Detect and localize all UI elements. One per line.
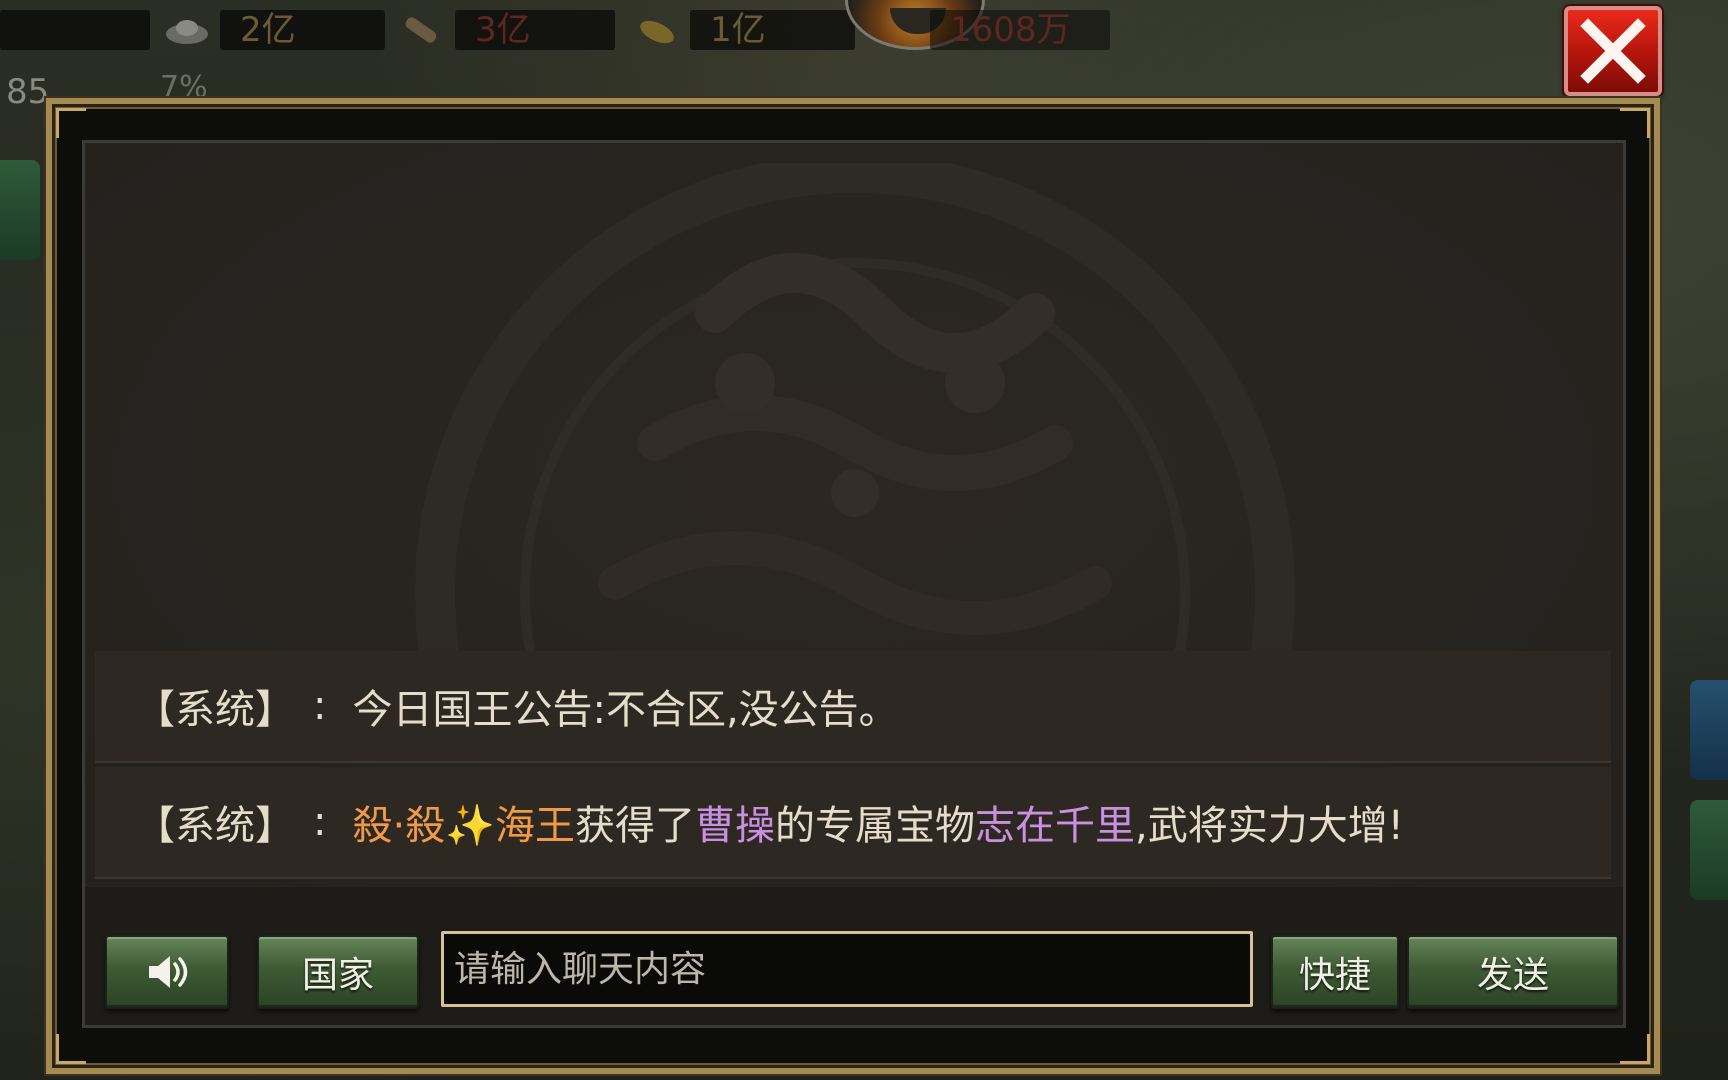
frame-corner (1620, 1034, 1650, 1064)
quick-phrase-button[interactable]: 快捷 (1271, 935, 1399, 1009)
voice-button[interactable] (105, 935, 229, 1009)
general-name-link[interactable]: 曹操 (695, 793, 775, 851)
frame-corner (1620, 108, 1650, 138)
side-menu-button-right[interactable] (1690, 680, 1728, 780)
silver-ingot-icon (166, 20, 208, 44)
country-channel-button[interactable]: 国家 (257, 935, 419, 1009)
player-name-link[interactable]: 殺·殺✨海王 (352, 793, 575, 851)
frame-corner (56, 1034, 86, 1064)
resource-slot-left (0, 10, 150, 50)
player-level: 85 (6, 72, 50, 112)
send-button[interactable]: 发送 (1407, 935, 1619, 1009)
message-text: ,武将实力大增! (1135, 803, 1404, 849)
message-list[interactable]: 【系统】 : 今日国王公告:不合区,没公告。 【系统】 : 殺·殺✨海王 获得了… (85, 143, 1623, 883)
side-menu-button[interactable] (0, 160, 40, 260)
wood-log-icon (405, 17, 437, 43)
chat-message: 【系统】 : 殺·殺✨海王 获得了 曹操 的专属宝物 志在千里 ,武将实力大增! (95, 767, 1611, 879)
channel-tag: 【系统】 (135, 803, 295, 849)
speaker-icon (149, 956, 188, 988)
grain-icon (640, 20, 674, 44)
chat-dialog: 【系统】 : 今日国王公告:不合区,没公告。 【系统】 : 殺·殺✨海王 获得了… (46, 98, 1660, 1074)
treasure-name-link[interactable]: 志在千里 (975, 793, 1135, 851)
chat-message: 【系统】 : 今日国王公告:不合区,没公告。 (95, 651, 1611, 763)
channel-tag: 【系统】 (135, 687, 295, 733)
silver-amount: 2亿 (220, 10, 385, 50)
chat-panel: 【系统】 : 今日国王公告:不合区,没公告。 【系统】 : 殺·殺✨海王 获得了… (82, 140, 1626, 1028)
frame-corner (56, 108, 86, 138)
close-button[interactable] (1564, 6, 1662, 96)
wood-amount: 3亿 (455, 10, 615, 50)
separator: : (313, 799, 327, 845)
message-text: 获得了 (575, 803, 696, 849)
grain-amount: 1亿 (690, 10, 855, 50)
resource-bar: 2亿 3亿 1亿 1608万 (0, 0, 1110, 56)
troops-amount: 1608万 (930, 10, 1110, 50)
side-menu-button-right-2[interactable] (1690, 800, 1728, 900)
player-name-part: 海王 (495, 803, 576, 849)
message-text: 今日国王公告:不合区,没公告。 (352, 687, 899, 733)
chat-input[interactable] (441, 931, 1253, 1007)
message-text: 的专属宝物 (775, 803, 976, 849)
separator: : (313, 683, 327, 729)
sparkle-icon: ✨ (445, 803, 496, 849)
close-icon (1580, 18, 1646, 84)
player-name-part: 殺·殺 (352, 803, 446, 849)
chat-input-bar: 国家 快捷 发送 (85, 887, 1623, 1025)
